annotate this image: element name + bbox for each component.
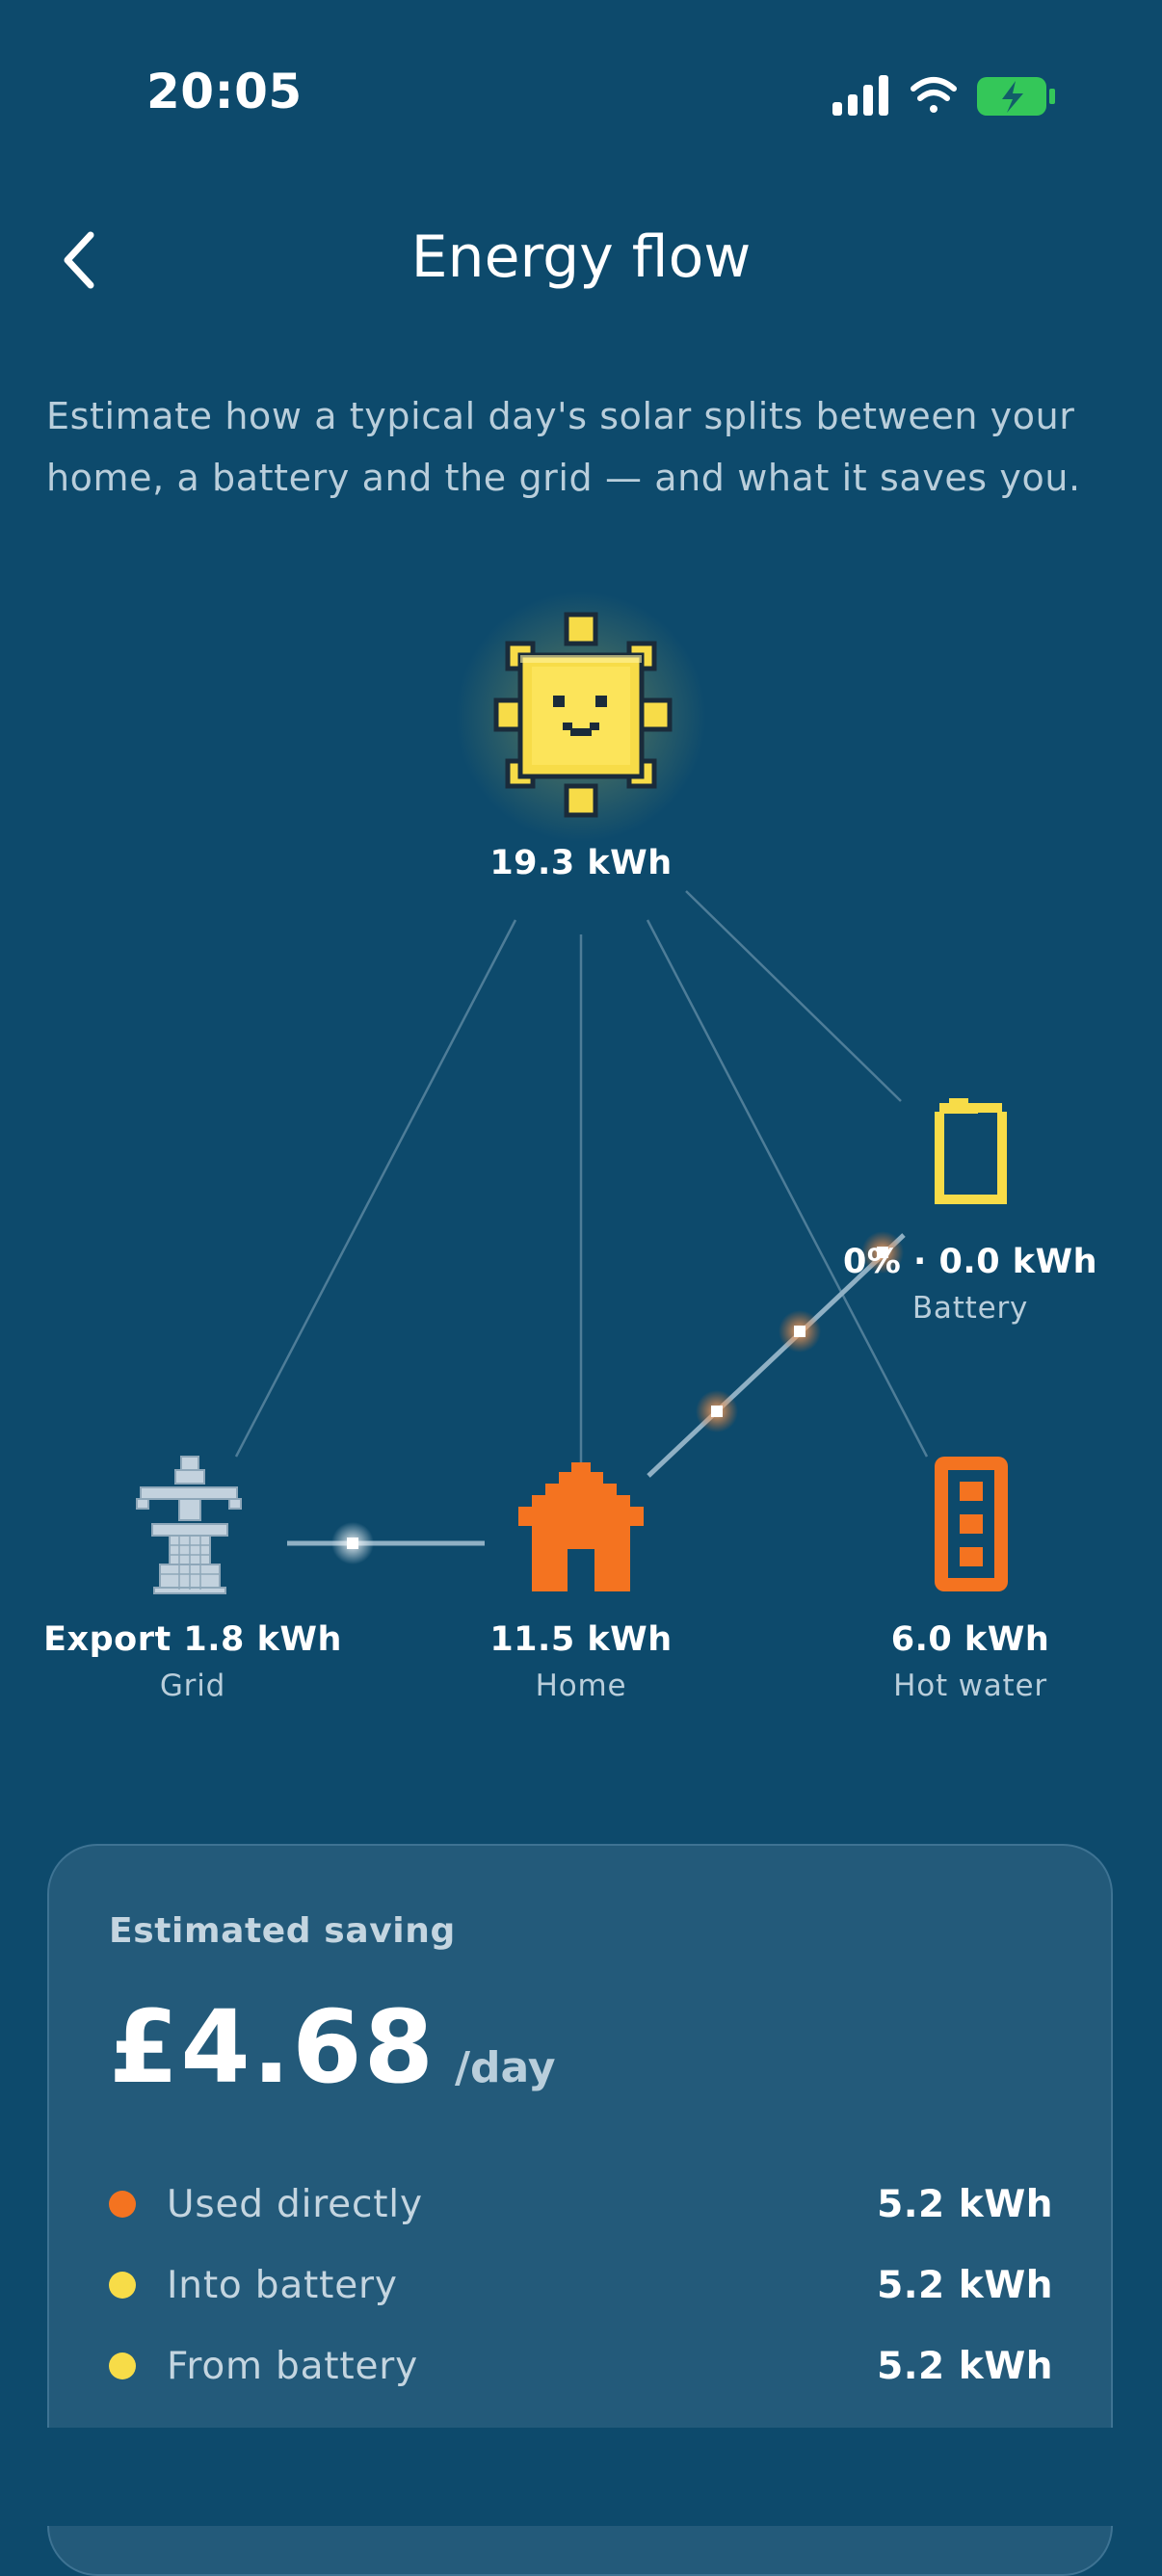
pylon-icon (136, 1456, 242, 1594)
battery-value: 0% · 0.0 kWh (842, 1243, 1098, 1281)
grid-label: Grid (159, 1669, 226, 1703)
list-item: Used directly 5.2 kWh (109, 2164, 1053, 2245)
saving-amount: £4.68 (109, 1988, 436, 2106)
wifi-icon (911, 77, 957, 113)
hot-water-value: 6.0 kWh (890, 1620, 1050, 1659)
sun-icon (456, 591, 706, 842)
flow-line-solar-grid (234, 919, 517, 1458)
home-value: 11.5 kWh (489, 1620, 673, 1659)
row-label: Into battery (167, 2263, 398, 2307)
scroll-clip (0, 2428, 1162, 2526)
home-label: Home (535, 1669, 627, 1703)
flow-line-solar-battery (685, 890, 902, 1102)
list-item: From battery 5.2 kWh (109, 2326, 1053, 2406)
battery-label: Battery (911, 1291, 1029, 1326)
yellow-dot-icon (109, 2272, 136, 2299)
flow-lines (234, 890, 929, 1469)
status-icons (832, 75, 1055, 116)
saving-unit: /day (454, 2043, 556, 2092)
intro-text: Estimate how a typical day's solar split… (46, 395, 1081, 499)
energy-flow-diagram (136, 591, 1008, 1594)
row-label: Used directly (167, 2182, 423, 2226)
row-value: 5.2 kWh (877, 2344, 1053, 2388)
saving-breakdown: Used directly 5.2 kWh Into battery 5.2 k… (109, 2164, 1053, 2406)
row-value: 5.2 kWh (877, 2263, 1053, 2307)
list-item: Into battery 5.2 kWh (109, 2245, 1053, 2326)
status-time: 20:05 (146, 64, 303, 119)
saving-amount-group: £4.68 /day (109, 1988, 556, 2106)
hot-water-tank-icon (935, 1457, 1008, 1591)
row-label: From battery (167, 2344, 418, 2388)
row-value: 5.2 kWh (877, 2182, 1053, 2226)
orange-dot-icon (109, 2191, 136, 2218)
signal-icon (832, 75, 888, 116)
battery-charging-icon (977, 77, 1055, 116)
solar-value: 19.3 kWh (489, 844, 673, 882)
flow-line-solar-hotwater (646, 919, 929, 1458)
page-title: Energy flow (410, 223, 752, 291)
house-icon (518, 1462, 644, 1591)
battery-icon (935, 1098, 1007, 1204)
grid-value: Export 1.8 kWh (43, 1620, 342, 1659)
yellow-dot-icon (109, 2353, 136, 2379)
saving-label: Estimated saving (109, 1911, 456, 1951)
hot-water-label: Hot water (893, 1669, 1047, 1703)
